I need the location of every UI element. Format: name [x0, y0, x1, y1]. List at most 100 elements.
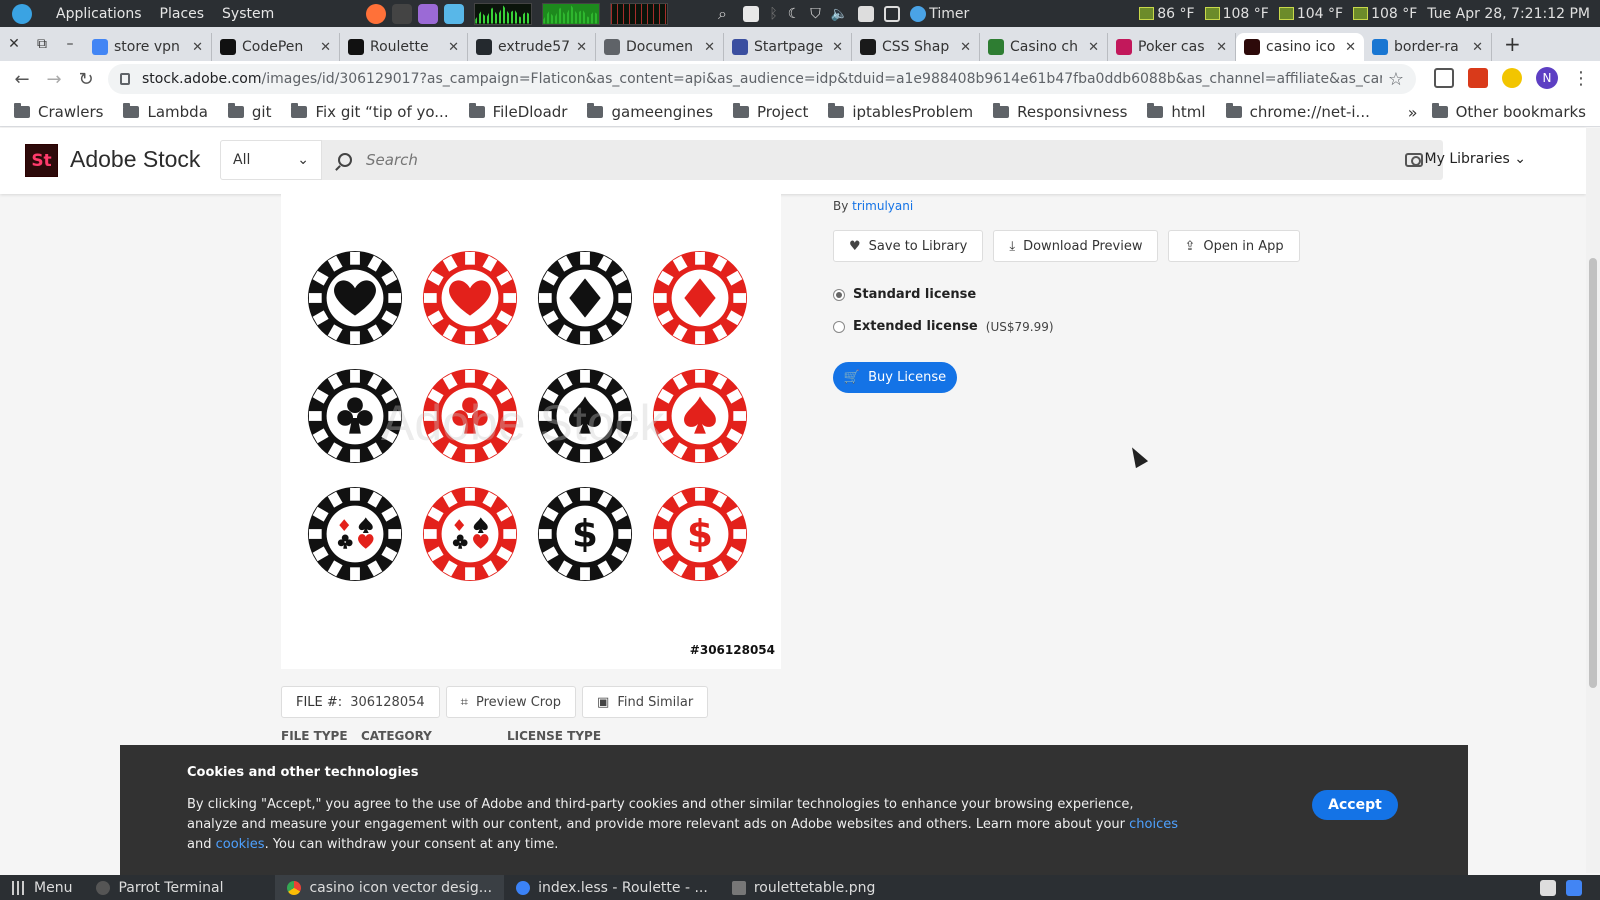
close-tab-icon[interactable]: ✕ [320, 40, 331, 55]
close-tab-icon[interactable]: ✕ [576, 40, 587, 55]
close-tab-icon[interactable]: ✕ [704, 40, 715, 55]
radio-selected[interactable] [833, 288, 845, 301]
bookmark-item[interactable]: Crawlers [14, 102, 103, 121]
back-icon[interactable]: ← [6, 69, 38, 90]
bookmark-item[interactable]: iptablesProblem [828, 102, 973, 121]
my-libraries-button[interactable]: My Libraries ⌄ [1425, 151, 1526, 167]
terminal-icon[interactable] [392, 3, 413, 24]
search-input[interactable] [366, 151, 1405, 169]
task-image[interactable]: roulettetable.png [720, 875, 888, 900]
text-editor-icon[interactable] [418, 3, 439, 24]
browser-tab[interactable]: Casino ch ✕ [980, 33, 1108, 61]
other-bookmarks[interactable]: Other bookmarks [1431, 103, 1586, 121]
browser-tab[interactable]: border-ra ✕ [1364, 33, 1492, 61]
timer-label[interactable]: Timer [929, 6, 969, 22]
bookmark-star-icon[interactable]: ☆ [1388, 69, 1404, 90]
timer-icon[interactable] [910, 5, 927, 22]
profile-avatar[interactable]: N [1536, 67, 1558, 89]
standard-license-option[interactable]: Standard license [833, 287, 976, 302]
system-menu[interactable]: System [222, 6, 274, 22]
task-chrome[interactable]: casino icon vector desig... [275, 875, 505, 900]
extended-license-option[interactable]: Extended license (US$79.99) [833, 319, 1054, 334]
bookmark-item[interactable]: git [227, 102, 271, 121]
camera-icon[interactable] [1405, 153, 1423, 167]
asset-preview[interactable]: $ $ Adobe Stock #306128054 [281, 194, 781, 669]
task-editor[interactable]: index.less - Roulette - ... [504, 875, 720, 900]
screenshot-tray-icon[interactable] [1540, 879, 1556, 896]
start-menu-button[interactable]: Menu [0, 875, 84, 900]
new-tab-button[interactable]: + [1504, 32, 1521, 56]
close-tab-icon[interactable]: ✕ [1216, 40, 1227, 55]
close-tab-icon[interactable]: ✕ [1345, 40, 1356, 55]
address-bar[interactable]: stock.adobe.com/images/id/306129017?as_c… [108, 64, 1416, 94]
night-light-icon[interactable]: ☾ [788, 6, 801, 22]
radio-unselected[interactable] [833, 320, 845, 333]
find-similar-button[interactable]: ▣ Find Similar [582, 686, 709, 718]
applications-menu[interactable]: Applications [56, 6, 142, 22]
browser-tab[interactable]: Roulette ✕ [340, 33, 468, 61]
notes-icon[interactable] [444, 3, 465, 24]
firefox-icon[interactable] [366, 3, 387, 24]
places-menu[interactable]: Places [160, 6, 205, 22]
close-window-icon[interactable]: ✕ [0, 36, 28, 52]
bookmark-item[interactable]: chrome://net-i... [1225, 102, 1370, 121]
poker-chip-spade-icon [536, 367, 634, 465]
open-in-app-button[interactable]: ⇪ Open in App [1168, 230, 1300, 262]
more-bookmarks-icon[interactable]: » [1408, 103, 1418, 122]
bluetooth-icon[interactable]: ᛒ [769, 6, 777, 22]
bookmark-item[interactable]: Fix git “tip of yo... [291, 102, 449, 121]
cast-icon[interactable] [1434, 68, 1454, 88]
author-link[interactable]: trimulyani [852, 199, 913, 213]
browser-tab[interactable]: Poker cas ✕ [1108, 33, 1236, 61]
buy-license-button[interactable]: 🛒 Buy License [833, 362, 957, 393]
bookmark-item[interactable]: Lambda [123, 102, 208, 121]
close-tab-icon[interactable]: ✕ [448, 40, 459, 55]
bookmark-item[interactable]: Responsivness [993, 102, 1127, 121]
clipboard-icon[interactable] [858, 5, 875, 22]
display-icon[interactable] [884, 5, 901, 22]
restore-window-icon[interactable]: ⧉ [28, 36, 56, 52]
scrollbar-thumb[interactable] [1589, 258, 1597, 688]
chrome-tray-icon[interactable] [1566, 879, 1582, 896]
bookmark-item[interactable]: FileDloadr [468, 102, 567, 121]
preview-crop-button[interactable]: ⌗ Preview Crop [445, 686, 577, 718]
task-terminal[interactable]: Parrot Terminal [84, 875, 235, 900]
bookmark-item[interactable]: gameengines [587, 102, 713, 121]
minimize-window-icon[interactable]: – [56, 36, 84, 52]
brand-name[interactable]: Adobe Stock [70, 146, 200, 173]
close-tab-icon[interactable]: ✕ [960, 40, 971, 55]
cookies-link[interactable]: cookies [216, 837, 265, 852]
forward-icon[interactable]: → [38, 69, 70, 90]
more-menu-icon[interactable]: ⋮ [1572, 68, 1590, 89]
download-preview-button[interactable]: ⤓ Download Preview [993, 230, 1159, 262]
save-to-library-button[interactable]: ♥ Save to Library [833, 230, 984, 262]
extension-red-icon[interactable] [1468, 68, 1488, 88]
close-tab-icon[interactable]: ✕ [192, 40, 203, 55]
browser-tab[interactable]: casino ico ✕ [1236, 33, 1364, 61]
browser-tab[interactable]: Startpage ✕ [724, 33, 852, 61]
volume-icon[interactable]: 🔈 [831, 6, 848, 22]
reload-icon[interactable]: ↻ [70, 69, 102, 90]
close-tab-icon[interactable]: ✕ [1088, 40, 1099, 55]
bookmark-item[interactable]: html [1147, 102, 1206, 121]
bookmark-item[interactable]: Project [733, 102, 808, 121]
lock-icon[interactable] [120, 73, 130, 85]
parrot-logo-icon[interactable] [12, 3, 32, 24]
browser-tab[interactable]: CSS Shap ✕ [852, 33, 980, 61]
accept-cookies-button[interactable]: Accept [1312, 790, 1398, 820]
screenshot-icon[interactable] [743, 5, 760, 22]
asset-filter-dropdown[interactable]: All ⌄ [220, 140, 322, 180]
adobe-stock-logo[interactable]: St [25, 144, 58, 177]
shield-icon[interactable]: ⛉ [810, 6, 821, 22]
search-icon[interactable]: ⌕ [718, 4, 727, 24]
page-scrollbar[interactable] [1586, 128, 1600, 873]
close-tab-icon[interactable]: ✕ [1472, 40, 1483, 55]
extension-yellow-icon[interactable] [1502, 68, 1522, 88]
close-tab-icon[interactable]: ✕ [832, 40, 843, 55]
browser-tab[interactable]: Documen ✕ [596, 33, 724, 61]
choices-link[interactable]: choices [1129, 817, 1178, 832]
browser-tab[interactable]: CodePen ✕ [212, 33, 340, 61]
browser-tab[interactable]: store vpn ✕ [84, 33, 212, 61]
clock[interactable]: Tue Apr 28, 7:21:12 PM [1427, 6, 1590, 22]
browser-tab[interactable]: extrude57 ✕ [468, 33, 596, 61]
